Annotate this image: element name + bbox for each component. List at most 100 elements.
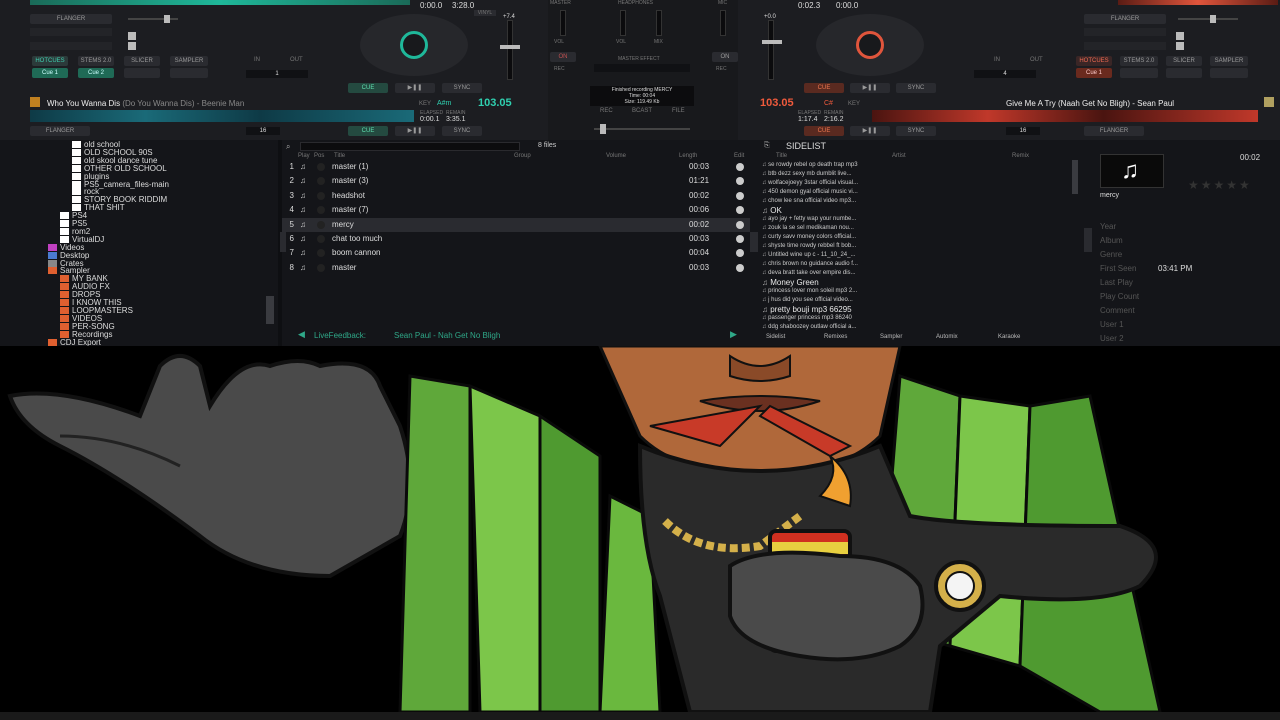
list-item[interactable]: ♫ Untitled wine up c - 11_10_24_...: [762, 251, 1082, 260]
deck-right-cue-4[interactable]: [1210, 68, 1248, 78]
sidelist-col-title[interactable]: Title: [776, 153, 787, 159]
table-row[interactable]: 3 ♫ headshot 00:02: [282, 189, 750, 203]
deck-right-play-button[interactable]: ▶❚❚: [850, 83, 890, 93]
col-length[interactable]: Length: [679, 153, 697, 159]
deck-right-cue-button-mini[interactable]: CUE: [804, 126, 844, 136]
deck-left-vinyl-toggle[interactable]: VINYL: [474, 10, 496, 16]
list-item[interactable]: ♫ se rowdy rebel op death trap mp3: [762, 161, 1082, 170]
deck-left-jogwheel[interactable]: [360, 14, 468, 76]
mixer-on-right[interactable]: ON: [712, 52, 738, 62]
deck-right-bottom-loop[interactable]: 16: [1006, 127, 1040, 135]
list-item[interactable]: ♫ chris brown no guidance audio f...: [762, 260, 1082, 269]
deck-left-cue-button[interactable]: CUE: [348, 83, 388, 93]
deck-left-loop-out[interactable]: OUT: [290, 57, 303, 63]
deck-left-bottom-loop[interactable]: 16: [246, 127, 280, 135]
list-item[interactable]: ♫ j hus did you see official video...: [762, 296, 1082, 305]
table-row[interactable]: 2 ♫ master (3) 01:21: [282, 174, 750, 188]
gear-icon[interactable]: [736, 263, 744, 272]
next-arrow-icon[interactable]: ▶: [730, 330, 740, 339]
col-volume[interactable]: Volume: [606, 153, 626, 159]
list-item[interactable]: ♫ zouk la se sel medikaman nou...: [762, 224, 1082, 233]
list-item[interactable]: ♫ passenger princess mp3 86240: [762, 314, 1082, 323]
crossfader[interactable]: [594, 128, 690, 130]
deck-left-bottom-effect[interactable]: FLANGER: [30, 126, 90, 136]
table-row[interactable]: 5 ♫ mercy 00:02: [282, 217, 750, 232]
deck-left-overview-wave[interactable]: [30, 0, 410, 5]
deck-left-play-button-mini[interactable]: ▶❚❚: [395, 126, 435, 136]
deck-left-effect-slot-3[interactable]: [30, 42, 112, 50]
deck-right-fx-slider-handle[interactable]: [1210, 15, 1216, 23]
deck-left-fx-knob-3[interactable]: [128, 42, 136, 50]
sidelist-col-artist[interactable]: Artist: [892, 153, 906, 159]
deck-left-fx-slider-1[interactable]: [128, 18, 178, 20]
deck-right-effect-slot-2[interactable]: [1084, 28, 1166, 36]
mixer-on-left[interactable]: ON: [550, 52, 576, 62]
deck-right-pitch-fader[interactable]: [768, 20, 774, 80]
deck-right-bottom-effect[interactable]: FLANGER: [1084, 126, 1144, 136]
deck-right-cue-3[interactable]: [1166, 68, 1202, 78]
master-effect-select[interactable]: [594, 64, 690, 72]
deck-left-cue-4[interactable]: [170, 68, 208, 78]
deck-right-loop-size[interactable]: 4: [974, 70, 1036, 78]
deck-left-effect-select[interactable]: FLANGER: [30, 14, 112, 24]
livefeedback-song[interactable]: Sean Paul - Nah Get No Bligh: [394, 331, 500, 340]
deck-left-sync-button[interactable]: SYNC: [442, 83, 482, 93]
table-row[interactable]: 8 ♫ master 00:03: [282, 261, 750, 275]
deck-right-jogwheel[interactable]: [816, 14, 924, 76]
table-row[interactable]: 4 ♫ master (7) 00:06: [282, 203, 750, 217]
deck-right-sync-button-mini[interactable]: SYNC: [896, 126, 936, 136]
headphone-mix-fader[interactable]: [656, 10, 662, 36]
deck-right-fx-slider[interactable]: [1178, 18, 1238, 20]
list-item[interactable]: ♫ curty savv money colors official...: [762, 233, 1082, 242]
list-search-icon[interactable]: ⌕: [286, 142, 290, 152]
mic-volume-fader[interactable]: [720, 10, 726, 36]
prev-arrow-icon[interactable]: ◀: [298, 330, 308, 339]
deck-left-tab-sampler[interactable]: SAMPLER: [170, 56, 208, 66]
deck-right-tab-stems[interactable]: STEMS 2.0: [1120, 56, 1158, 66]
list-item[interactable]: ♫ pretty bouji mp3 66295: [762, 305, 1082, 314]
deck-left-fx-slider-handle[interactable]: [164, 15, 170, 23]
list-item[interactable]: ♫ ddg shaboozey outlaw official a...: [762, 323, 1082, 332]
left-side-tab[interactable]: [280, 232, 286, 252]
deck-right-fx-knob-2[interactable]: [1176, 32, 1184, 40]
list-item[interactable]: ♫ btb dezz sexy mb dumblit live...: [762, 170, 1082, 179]
tab-automix[interactable]: Automix: [936, 334, 958, 340]
deck-left-tab-stems[interactable]: STEMS 2.0: [78, 56, 114, 66]
deck-left-tab-hotcues[interactable]: HOTCUES: [32, 56, 68, 66]
sidelist-scrollbar[interactable]: [1072, 160, 1078, 194]
table-row[interactable]: 6 ♫ chat too much 00:03: [282, 232, 750, 246]
tree-scrollbar[interactable]: [266, 296, 274, 324]
deck-left-loop-size[interactable]: 1: [246, 70, 308, 78]
deck-left-cue-button-mini[interactable]: CUE: [348, 126, 388, 136]
file-button[interactable]: FILE: [672, 108, 685, 114]
deck-left-loop-in[interactable]: IN: [254, 57, 260, 63]
crossfader-handle[interactable]: [600, 124, 606, 134]
tab-sampler[interactable]: Sampler: [880, 334, 902, 340]
list-search-input[interactable]: [300, 142, 520, 151]
list-item[interactable]: ♫ deva bratt take over empire dis...: [762, 269, 1082, 278]
deck-right-cue-2[interactable]: [1120, 68, 1158, 78]
deck-left-cue-1[interactable]: Cue 1: [32, 68, 68, 78]
deck-right-tab-hotcues[interactable]: HOTCUES: [1076, 56, 1112, 66]
list-item[interactable]: ♫ 450 demon gyal official music vi...: [762, 188, 1082, 197]
deck-right-overview-wave[interactable]: [1118, 0, 1278, 5]
deck-right-sync-button[interactable]: SYNC: [896, 83, 936, 93]
table-row[interactable]: 1 ♫ master (1) 00:03: [282, 160, 750, 174]
deck-right-pitch-handle[interactable]: [762, 40, 782, 44]
deck-right-waveform[interactable]: [872, 110, 1258, 122]
deck-right-effect-select[interactable]: FLANGER: [1084, 14, 1166, 24]
master-volume-fader[interactable]: [560, 10, 566, 36]
rec-button[interactable]: REC: [600, 108, 613, 114]
deck-left-fx-knob-2[interactable]: [128, 32, 136, 40]
deck-left-pitch-handle[interactable]: [500, 45, 520, 49]
deck-right-cue-button[interactable]: CUE: [804, 83, 844, 93]
gear-icon[interactable]: [736, 191, 744, 200]
gear-icon[interactable]: [736, 220, 744, 229]
deck-right-play-button-mini[interactable]: ▶❚❚: [850, 126, 890, 136]
gear-icon[interactable]: [736, 249, 744, 258]
list-item[interactable]: ♫ wolfacejoeyy 3star official visual...: [762, 179, 1082, 188]
deck-left-cue-3[interactable]: [124, 68, 160, 78]
gear-icon[interactable]: [736, 163, 744, 171]
deck-right-cue-1[interactable]: Cue 1: [1076, 68, 1112, 78]
deck-right-loop-in[interactable]: IN: [994, 57, 1000, 63]
